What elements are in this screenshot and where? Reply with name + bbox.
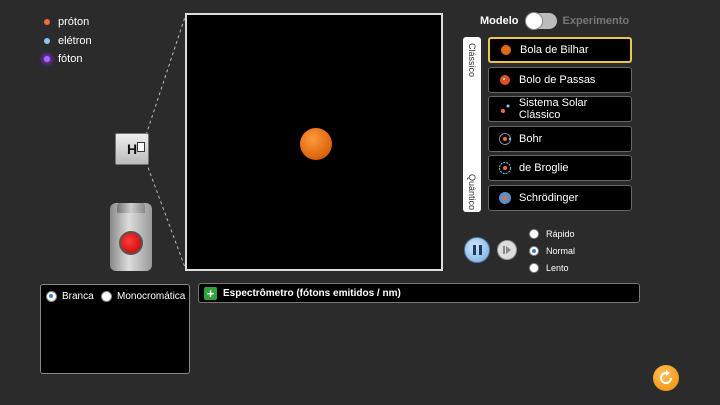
light-gun-button[interactable] xyxy=(119,231,143,255)
bohr-atom-icon xyxy=(495,132,515,146)
billiard-ball-icon xyxy=(496,44,516,56)
model-button-plum-pudding[interactable]: Bolo de Passas xyxy=(488,67,632,93)
light-type-panel: Branca Monocromática xyxy=(40,284,190,374)
model-button-bohr[interactable]: Bohr xyxy=(488,126,632,152)
light-option-white[interactable]: Branca xyxy=(46,291,94,302)
expand-plus-icon[interactable]: + xyxy=(204,286,217,300)
speed-label: Rápido xyxy=(546,229,575,239)
spectrometer-panel[interactable]: + Espectrômetro (fótons emitidos / nm) xyxy=(198,283,640,303)
element-symbol: H xyxy=(126,141,138,157)
radio-circle[interactable] xyxy=(101,291,112,302)
radio-circle[interactable] xyxy=(46,291,57,302)
reset-icon xyxy=(660,370,672,384)
model-category-tab: Clássico Quântico xyxy=(463,37,481,212)
speed-label: Lento xyxy=(546,263,569,273)
toggle-label-model: Modelo xyxy=(480,15,519,27)
radio-circle[interactable] xyxy=(529,229,539,239)
schrodinger-cloud-icon xyxy=(495,191,515,205)
radio-circle[interactable] xyxy=(529,263,539,273)
reset-button[interactable] xyxy=(653,365,679,391)
hydrogen-box-window-icon xyxy=(137,142,145,152)
model-button-de-broglie[interactable]: de Broglie xyxy=(488,155,632,181)
model-button-billiard-ball[interactable]: Bola de Bilhar xyxy=(488,37,632,63)
speed-option-slow[interactable]: Lento xyxy=(529,263,569,273)
speed-label: Normal xyxy=(546,246,576,256)
step-forward-icon xyxy=(503,246,511,254)
model-label: Bola de Bilhar xyxy=(520,44,589,56)
light-label: Branca xyxy=(62,291,94,302)
step-button[interactable] xyxy=(497,240,517,260)
solar-system-icon xyxy=(495,103,515,115)
billiard-ball-atom xyxy=(300,128,332,160)
pause-icon xyxy=(472,245,476,255)
de-broglie-icon xyxy=(495,161,515,175)
speed-option-normal[interactable]: Normal xyxy=(529,246,575,256)
model-label: de Broglie xyxy=(519,162,569,174)
hydrogen-box: H xyxy=(115,133,149,165)
speed-option-fast[interactable]: Rápido xyxy=(529,229,575,239)
plum-pudding-icon xyxy=(495,74,515,86)
atom-view-box xyxy=(185,13,443,271)
model-label: Sistema Solar Clássico xyxy=(518,97,588,121)
light-gun-top xyxy=(117,203,145,213)
model-label: Bohr xyxy=(519,133,543,145)
tab-quantum[interactable]: Quântico xyxy=(467,174,477,210)
toggle-label-experiment: Experimento xyxy=(562,15,630,27)
model-experiment-toggle-row: Modelo Experimento xyxy=(480,12,630,30)
model-experiment-switch[interactable] xyxy=(524,12,557,30)
switch-knob[interactable] xyxy=(524,12,543,30)
tab-classic[interactable]: Clássico xyxy=(467,43,477,77)
model-button-solar-system[interactable]: Sistema Solar Clássico xyxy=(488,96,632,122)
model-label: Bolo de Passas xyxy=(519,74,596,86)
radio-circle[interactable] xyxy=(529,246,539,256)
model-label: Schrödinger xyxy=(519,192,579,204)
light-label: Monocromática xyxy=(117,291,186,302)
spectrometer-title: Espectrômetro (fótons emitidos / nm) xyxy=(223,287,401,299)
model-button-schrodinger[interactable]: Schrödinger xyxy=(488,185,632,211)
pause-button[interactable] xyxy=(464,237,490,263)
light-option-monochromatic[interactable]: Monocromática xyxy=(101,291,185,302)
